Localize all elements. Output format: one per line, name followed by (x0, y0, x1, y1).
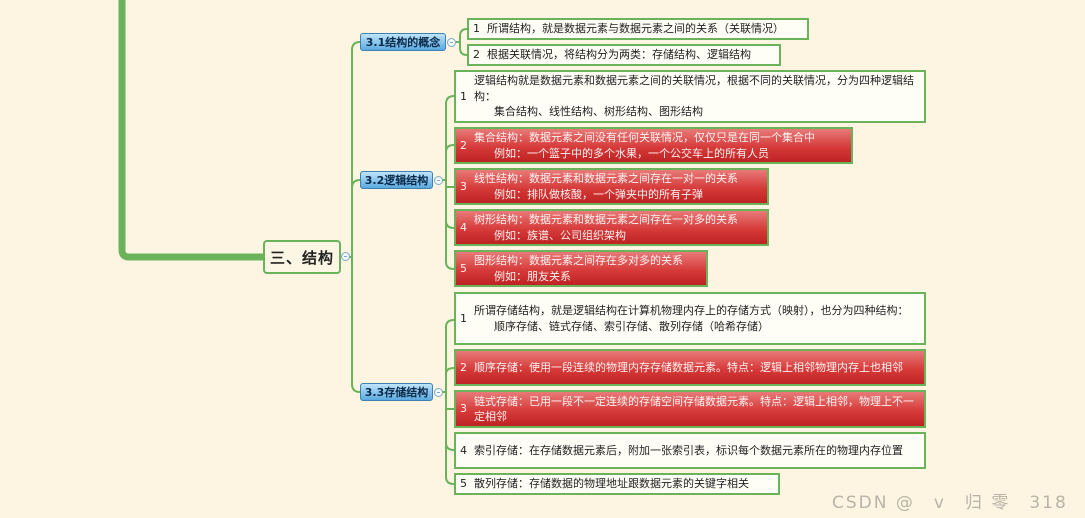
item-subtext: 顺序存储、链式存储、索引存储、散列存储（哈希存储） (494, 319, 769, 333)
item-number: 2 (460, 138, 467, 152)
logic-item-5[interactable]: 5 图形结构：数据元素之间存在多对多的关系 例如：朋友关系 (454, 250, 708, 287)
item-text: 所谓结构，就是数据元素与数据元素之间的关系（关联情况） (487, 22, 784, 36)
item-text: 散列存储：存储数据的物理地址跟数据元素的关键字相关 (474, 477, 749, 491)
collapse-3-1-icon[interactable] (447, 38, 456, 47)
item-number: 2 (473, 48, 480, 62)
concept-item-1[interactable]: 1 所谓结构，就是数据元素与数据元素之间的关系（关联情况） (467, 18, 809, 40)
storage-item-1[interactable]: 1 所谓存储结构，就是逻辑结构在计算机物理内存上的存储方式（映射），也分为四种结… (454, 292, 926, 345)
collapse-3-3-icon[interactable] (434, 388, 443, 397)
item-number: 1 (473, 22, 480, 36)
csdn-watermark: CSDN @ v 归 零 318 (832, 493, 1068, 513)
item-number: 4 (460, 220, 467, 234)
item-number: 3 (460, 179, 467, 193)
item-text: 根据关联情况，将结构分为两类：存储结构、逻辑结构 (487, 48, 751, 62)
section-3-3-label: 3.3存储结构 (364, 386, 429, 399)
storage-item-4[interactable]: 4 索引存储：在存储数据元素后，附加一张索引表，标识每个数据元素所在的物理内存位… (454, 432, 926, 469)
section-3-1[interactable]: 3.1结构的概念 (360, 33, 446, 51)
section-3-3[interactable]: 3.3存储结构 (360, 383, 433, 401)
logic-item-1[interactable]: 1 逻辑结构就是数据元素和数据元素之间的关联情况，根据不同的关联情况，分为四种逻… (454, 70, 926, 123)
item-number: 5 (460, 477, 467, 491)
item-text: 逻辑结构就是数据元素和数据元素之间的关联情况，根据不同的关联情况，分为四种逻辑结… (474, 74, 914, 103)
item-subtext: 集合结构、线性结构、树形结构、图形结构 (494, 105, 703, 119)
root-label: 三、结构 (269, 248, 334, 267)
logic-item-2[interactable]: 2 集合结构：数据元素之间没有任何关联情况，仅仅只是在同一个集合中 例如：一个篮… (454, 127, 853, 164)
item-text: 图形结构：数据元素之间存在多对多的关系 (474, 254, 683, 267)
storage-item-5[interactable]: 5 散列存储：存储数据的物理地址跟数据元素的关键字相关 (454, 473, 780, 495)
item-number: 1 (460, 89, 467, 103)
concept-item-2[interactable]: 2 根据关联情况，将结构分为两类：存储结构、逻辑结构 (467, 44, 781, 66)
item-text: 链式存储：已用一段不一定连续的存储空间存储数据元素。特点：逻辑上相邻，物理上不一… (474, 394, 914, 424)
storage-item-3[interactable]: 3 链式存储：已用一段不一定连续的存储空间存储数据元素。特点：逻辑上相邻，物理上… (454, 390, 926, 428)
logic-item-4[interactable]: 4 树形结构：数据元素和数据元素之间存在一对多的关系 例如：族谱、公司组织架构 (454, 209, 769, 246)
item-number: 1 (460, 311, 467, 325)
item-subtext: 例如：朋友关系 (494, 269, 571, 283)
item-number: 2 (460, 360, 467, 374)
storage-item-2[interactable]: 2 顺序存储：使用一段连续的物理内存存储数据元素。特点：逻辑上相邻物理内存上也相… (454, 349, 926, 386)
item-text: 集合结构：数据元素之间没有任何关联情况，仅仅只是在同一个集合中 (474, 131, 815, 144)
item-text: 索引存储：在存储数据元素后，附加一张索引表，标识每个数据元素所在的物理内存位置 (474, 443, 903, 457)
section-3-2-label: 3.2逻辑结构 (364, 174, 429, 187)
item-subtext: 例如：族谱、公司组织架构 (494, 228, 626, 242)
item-number: 3 (460, 402, 467, 416)
logic-item-3[interactable]: 3 线性结构：数据元素和数据元素之间存在一对一的关系 例如：排队做核酸，一个弹夹… (454, 168, 769, 205)
item-number: 4 (460, 443, 467, 457)
item-subtext: 例如：一个篮子中的多个水果，一个公交车上的所有人员 (494, 146, 769, 160)
section-3-1-label: 3.1结构的概念 (365, 36, 441, 49)
item-text: 顺序存储：使用一段连续的物理内存存储数据元素。特点：逻辑上相邻物理内存上也相邻 (474, 360, 903, 374)
item-subtext: 例如：排队做核酸，一个弹夹中的所有子弹 (494, 187, 703, 201)
item-text: 所谓存储结构，就是逻辑结构在计算机物理内存上的存储方式（映射），也分为四种结构： (474, 304, 909, 317)
root-node[interactable]: 三、结构 (263, 240, 341, 274)
item-text: 线性结构：数据元素和数据元素之间存在一对一的关系 (474, 172, 738, 185)
collapse-3-2-icon[interactable] (434, 176, 443, 185)
item-text: 树形结构：数据元素和数据元素之间存在一对多的关系 (474, 213, 738, 226)
section-3-2[interactable]: 3.2逻辑结构 (360, 171, 433, 189)
collapse-root-icon[interactable] (341, 252, 350, 261)
item-number: 5 (460, 261, 467, 275)
